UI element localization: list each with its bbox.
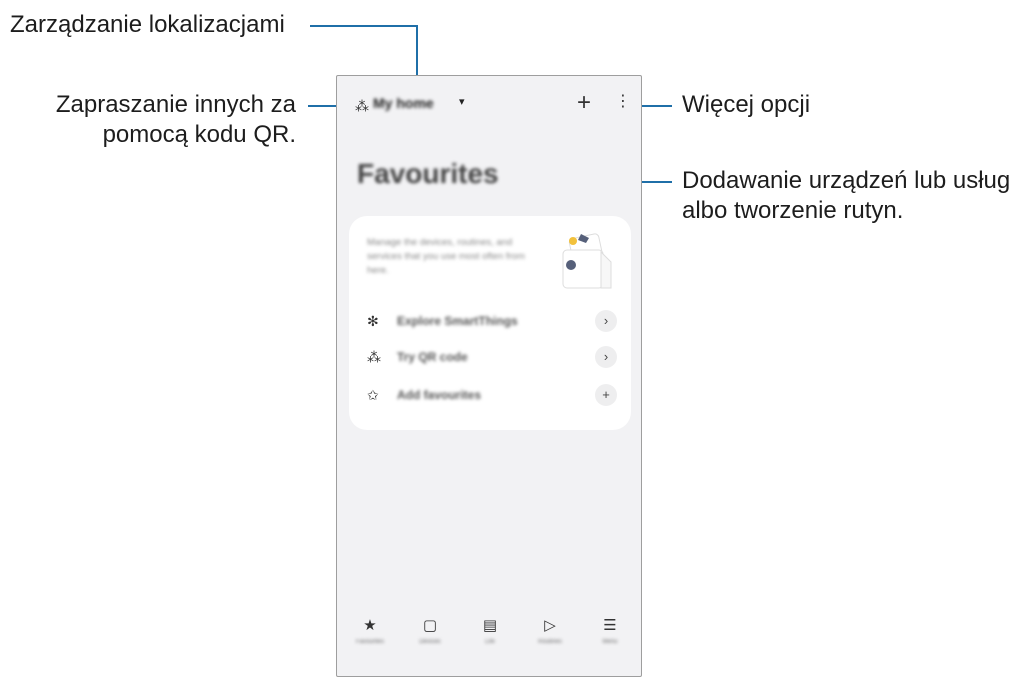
routines-icon: ▷ — [544, 617, 556, 634]
tab-label: Life — [485, 639, 495, 645]
tab-menu[interactable]: ☰ Menu — [585, 617, 635, 645]
life-icon: ▤ — [482, 617, 498, 634]
item-label: Explore SmartThings — [397, 314, 518, 328]
callout-invite-qr-line2: pomocą kodu QR. — [102, 121, 296, 148]
smartthings-icon: ✻ — [367, 313, 379, 329]
item-label: Try QR code — [397, 350, 468, 364]
tab-life[interactable]: ▤ Life — [465, 617, 515, 645]
card-description: Manage the devices, routines, and servic… — [367, 237, 525, 276]
add-button[interactable]: + — [577, 90, 591, 116]
chevron-down-icon[interactable]: ▾ — [459, 95, 465, 108]
callout-invite-qr: Zapraszanie innych za pomocą kodu QR. — [20, 90, 296, 150]
tab-label: Routines — [538, 639, 562, 645]
list-item-add-favourites[interactable]: ✩ Add favourites + — [367, 384, 617, 410]
tab-label: Devices — [419, 639, 441, 645]
item-label: Add favourites — [397, 388, 482, 402]
home-illustration-icon — [562, 233, 612, 289]
tab-label: Favourites — [355, 639, 384, 645]
callout-manage-locations: Zarządzanie lokalizacjami — [10, 11, 285, 38]
chevron-right-icon[interactable]: › — [595, 310, 617, 332]
tab-devices[interactable]: ▢ Devices — [405, 617, 455, 645]
favourites-card: Manage the devices, routines, and servic… — [349, 216, 631, 430]
chevron-right-icon[interactable]: › — [595, 346, 617, 368]
tab-routines[interactable]: ▷ Routines — [525, 617, 575, 645]
callout-invite-qr-line1: Zapraszanie innych za — [55, 91, 296, 118]
callout-add-devices: Dodawanie urządzeń lub usług albo tworze… — [682, 166, 1010, 226]
bottom-nav: ★ Favourites ▢ Devices ▤ Life ▷ Routines… — [337, 617, 641, 657]
menu-icon: ☰ — [603, 617, 617, 634]
location-name[interactable]: My home — [373, 95, 434, 111]
devices-icon: ▢ — [422, 617, 438, 634]
star-outline-icon: ✩ — [367, 387, 379, 403]
leader-line-locations-h — [310, 25, 418, 27]
callout-add-devices-line1: Dodawanie urządzeń lub usług — [682, 167, 1011, 194]
page-title: Favourites — [357, 158, 499, 189]
callout-add-devices-line2: albo tworzenie rutyn. — [682, 197, 904, 224]
qr-code-icon: ⁂ — [367, 349, 381, 365]
plus-icon[interactable]: + — [595, 384, 617, 406]
star-icon: ★ — [363, 617, 377, 634]
callout-more-options: Więcej opcji — [682, 91, 811, 118]
qr-code-icon[interactable]: ⁂ — [355, 98, 369, 115]
list-item-explore[interactable]: ✻ Explore SmartThings › — [367, 310, 617, 336]
tab-favourites[interactable]: ★ Favourites — [345, 617, 395, 645]
more-options-button[interactable]: ⋮ — [615, 94, 631, 110]
phone-screen: ⁂ My home ▾ + ⋮ Favourites Manage the de… — [336, 75, 642, 677]
list-item-qr[interactable]: ⁂ Try QR code › — [367, 346, 617, 372]
tab-label: Menu — [602, 639, 618, 645]
